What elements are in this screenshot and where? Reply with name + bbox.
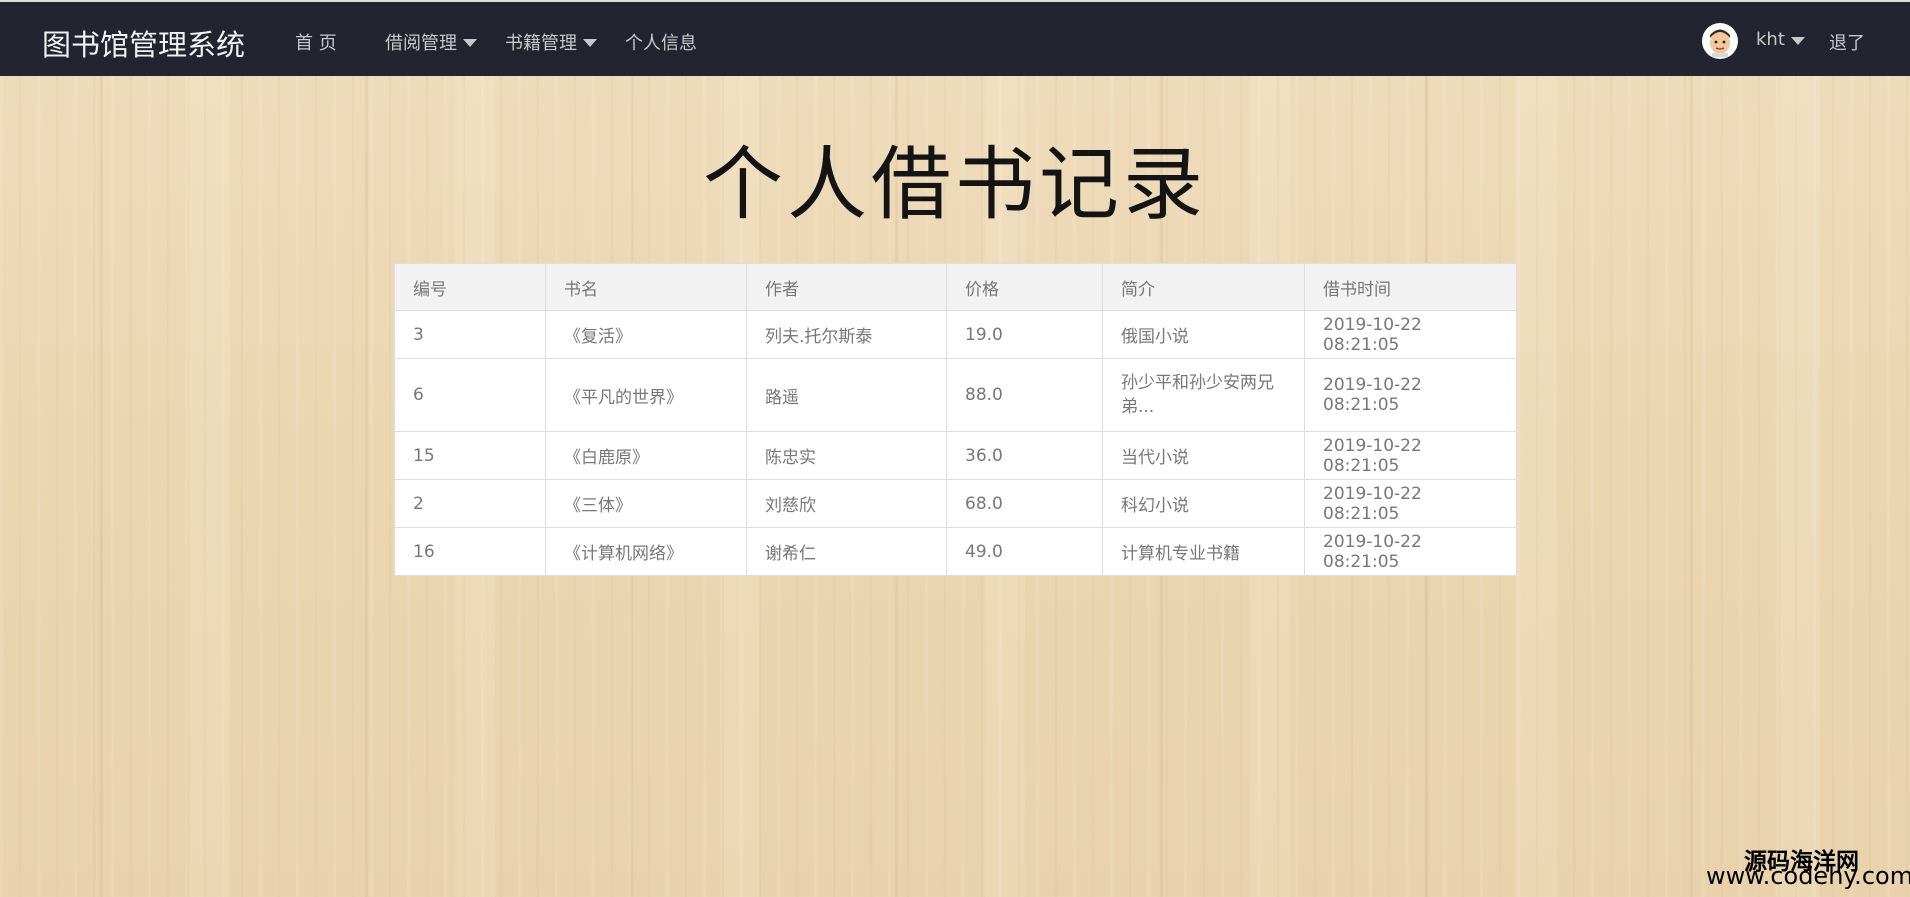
logout-label: 退了 (1829, 33, 1865, 54)
cell-title: 《计算机网络》 (545, 527, 747, 576)
cell-intro: 计算机专业书籍 (1102, 527, 1305, 576)
cell-author: 陈忠实 (746, 431, 947, 480)
username-label: kht (1756, 29, 1785, 50)
cell-id: 2 (394, 479, 546, 528)
cell-title: 《三体》 (545, 479, 747, 528)
cell-author: 列夫.托尔斯泰 (746, 310, 947, 359)
nav-profile-link[interactable]: 个人信息 (625, 29, 697, 55)
avatar-face-icon (1703, 24, 1737, 58)
watermark-site-url: www.codehy.com (1706, 862, 1910, 890)
cell-intro: 当代小说 (1102, 431, 1305, 480)
page-title: 个人借书记录 (703, 138, 1207, 231)
cell-title: 《复活》 (545, 310, 747, 359)
nav-home-link[interactable]: 首 页 (295, 29, 337, 55)
nav-home-label: 首 页 (295, 33, 337, 54)
header-id: 编号 (394, 263, 546, 311)
header-author: 作者 (746, 263, 947, 311)
nav-borrow-menu[interactable]: 借阅管理 (385, 29, 477, 55)
header-price: 价格 (946, 263, 1103, 311)
cell-borrow-time: 2019-10-22 08:21:05 (1304, 431, 1517, 480)
cell-intro: 孙少平和孙少安两兄弟... (1102, 358, 1305, 432)
table-row: 2 《三体》 刘慈欣 68.0 科幻小说 2019-10-22 08:21:05 (394, 479, 1517, 528)
table-header-row: 编号 书名 作者 价格 简介 借书时间 (394, 263, 1517, 311)
header-borrow-time: 借书时间 (1304, 263, 1517, 311)
cell-title: 《白鹿原》 (545, 431, 747, 480)
cell-borrow-time: 2019-10-22 08:21:05 (1304, 310, 1517, 359)
cell-author: 路遥 (746, 358, 947, 432)
cell-borrow-time: 2019-10-22 08:21:05 (1304, 479, 1517, 528)
table-row: 3 《复活》 列夫.托尔斯泰 19.0 俄国小说 2019-10-22 08:2… (394, 310, 1517, 359)
logout-link[interactable]: 退了 (1829, 29, 1865, 55)
cell-price: 19.0 (946, 310, 1103, 359)
cell-price: 88.0 (946, 358, 1103, 432)
cell-intro: 俄国小说 (1102, 310, 1305, 359)
user-avatar-icon[interactable] (1702, 23, 1738, 59)
cell-author: 谢希仁 (746, 527, 947, 576)
header-intro: 简介 (1102, 263, 1305, 311)
borrow-records-table: 编号 书名 作者 价格 简介 借书时间 3 《复活》 列夫.托尔斯泰 19.0 … (394, 263, 1517, 576)
header-title: 书名 (545, 263, 747, 311)
cell-author: 刘慈欣 (746, 479, 947, 528)
cell-intro-text: 孙少平和孙少安两兄弟... (1121, 373, 1274, 417)
cell-borrow-time: 2019-10-22 08:21:05 (1304, 527, 1517, 576)
caret-down-icon (583, 39, 597, 47)
cell-intro: 科幻小说 (1102, 479, 1305, 528)
cell-id: 6 (394, 358, 546, 432)
nav-profile-label: 个人信息 (625, 33, 697, 54)
brand-title[interactable]: 图书馆管理系统 (42, 22, 245, 64)
cell-price: 36.0 (946, 431, 1103, 480)
table-row: 15 《白鹿原》 陈忠实 36.0 当代小说 2019-10-22 08:21:… (394, 431, 1517, 480)
cell-title: 《平凡的世界》 (545, 358, 747, 432)
caret-down-icon (463, 39, 477, 47)
table-row: 6 《平凡的世界》 路遥 88.0 孙少平和孙少安两兄弟... 2019-10-… (394, 358, 1517, 432)
cell-id: 3 (394, 310, 546, 359)
caret-down-icon (1790, 36, 1805, 45)
cell-id: 16 (394, 527, 546, 576)
cell-price: 49.0 (946, 527, 1103, 576)
table-row: 16 《计算机网络》 谢希仁 49.0 计算机专业书籍 2019-10-22 0… (394, 527, 1517, 576)
nav-borrow-label: 借阅管理 (385, 33, 457, 54)
top-navbar: 图书馆管理系统 首 页 借阅管理 书籍管理 个人信息 kht 退了 (0, 0, 1910, 76)
nav-books-menu[interactable]: 书籍管理 (505, 29, 597, 55)
cell-borrow-time: 2019-10-22 08:21:05 (1304, 358, 1517, 432)
cell-id: 15 (394, 431, 546, 480)
user-menu[interactable]: kht (1756, 29, 1805, 50)
cell-price: 68.0 (946, 479, 1103, 528)
nav-books-label: 书籍管理 (505, 33, 577, 54)
